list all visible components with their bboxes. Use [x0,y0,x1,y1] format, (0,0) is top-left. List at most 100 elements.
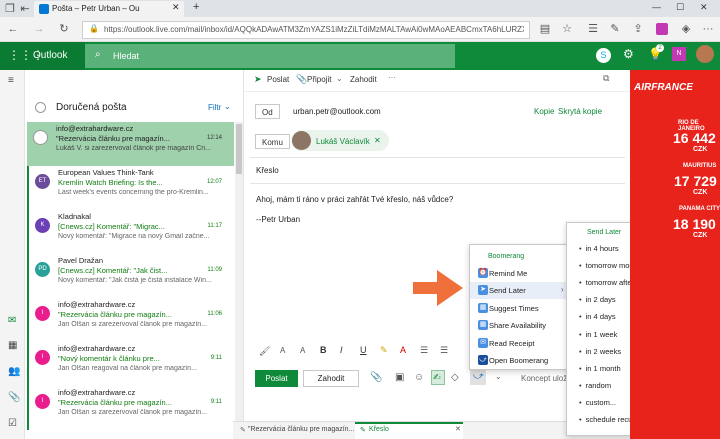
send-later-option[interactable]: in 1 week [579,330,618,339]
select-all-checkbox[interactable] [35,102,46,113]
toolbar-discard-button[interactable]: Zahodit [350,75,377,84]
send-button[interactable]: Poslat [255,370,298,387]
hamburger-menu-icon[interactable]: ≡ [8,75,14,86]
from-button[interactable]: Od [255,104,280,119]
message-time: 9:11 [210,355,222,361]
subject-field[interactable]: Křeslo [256,166,279,175]
emoji-icon[interactable]: ☺ [414,372,424,383]
menu-send-later[interactable]: ➤ Send Later › [470,282,572,299]
send-later-option[interactable]: random [579,381,611,390]
new-tab-icon[interactable]: + [193,1,199,13]
tab-back-icon[interactable]: ⇤ [18,2,32,16]
attach-dropdown-chevron-icon[interactable]: ⌄ [336,74,343,83]
menu-remind-me[interactable]: ⏰ Remind Me [470,265,572,282]
favorite-star-icon[interactable]: ☆ [560,22,574,36]
numbering-icon[interactable]: ☰ [440,345,448,356]
scrollbar-thumb[interactable] [236,124,242,174]
sender-avatar[interactable]: ET [35,174,50,189]
bullets-icon[interactable]: ☰ [420,345,428,356]
mail-icon[interactable]: ✉ [8,315,16,326]
popout-icon[interactable]: ⧉ [603,73,609,84]
settings-gear-icon[interactable]: ⚙ [623,47,634,61]
message-row[interactable]: Iinfo@extrahardware.cz "Rezervácia článku… [27,386,234,430]
share-icon[interactable]: ⇪ [631,22,645,36]
message-sender: info@extrahardware.cz [56,124,134,133]
user-avatar[interactable] [696,45,714,63]
font-icon[interactable]: A [280,346,285,355]
favorites-hub-icon[interactable]: ☰ [586,22,600,36]
more-options-chevron-icon[interactable]: ⌄ [495,372,502,381]
message-row[interactable]: info@extrahardware.cz "Rezervácia článku … [27,122,234,166]
attachment-rail-icon[interactable]: 📎 [8,392,20,403]
toolbar-attach-button[interactable]: Připojit [307,75,331,84]
discard-button[interactable]: Zahodit [303,370,359,387]
open-item-tab-1[interactable]: "Rezervácia článku pre magazín... [248,426,354,433]
filter-button[interactable]: Filtr [208,103,221,112]
tasks-icon[interactable]: ☑ [8,418,17,429]
minimize-icon[interactable]: — [652,2,661,12]
send-later-option[interactable]: in 2 weeks [579,347,621,356]
message-preview: Nový komentář: "Jak čistá je čistá insta… [58,277,212,284]
send-later-option[interactable]: in 4 hours [579,244,619,253]
notes-icon[interactable]: ✎ [608,22,622,36]
people-icon[interactable]: 👥 [8,366,20,377]
forward-icon[interactable]: → [32,22,46,36]
font-size-icon[interactable]: A [300,346,305,355]
sender-avatar[interactable]: I [35,394,50,409]
attach-icon[interactable]: 📎 [370,372,382,383]
menu-read-receipt[interactable]: ✉ Read Receipt [470,335,572,352]
search-input[interactable]: Hledat [113,51,139,61]
send-later-option[interactable]: in 1 month [579,364,621,373]
onenote-extension-icon[interactable] [656,23,668,35]
open-item-tab-2[interactable]: Křeslo [369,426,389,433]
message-row[interactable]: Iinfo@extrahardware.cz "Nový komentár k č… [27,342,234,386]
message-row[interactable]: PD Pavel Dražan [Cnews.cz] Komentář: "Jak … [27,254,234,298]
send-later-option[interactable]: in 2 days [579,295,616,304]
tab-manager-icon[interactable]: ❐ [3,2,17,16]
cc-link[interactable]: Kopie [534,107,554,116]
underline-icon[interactable]: U [360,345,367,355]
onenote-icon[interactable]: N [672,47,686,61]
search-box[interactable] [85,44,455,68]
body-line-1[interactable]: Ahoj, mám ti ráno v práci zahřát Tvé kře… [256,195,453,204]
menu-share-availability[interactable]: ▦ Share Availability [470,317,572,334]
sender-avatar[interactable] [33,130,48,145]
remove-recipient-icon[interactable]: ✕ [374,136,381,145]
advertisement-banner[interactable]: AIRFRANCE RIO DE JANEIRO 16 442 CZK MAUR… [630,70,720,439]
extension-icon[interactable]: ◈ [679,22,693,36]
message-row[interactable]: Iinfo@extrahardware.cz "Rezervácia článku… [27,298,234,342]
sender-avatar[interactable]: I [35,306,50,321]
bcc-link[interactable]: Skrytá kopie [558,107,602,116]
to-button[interactable]: Komu [255,134,290,149]
send-later-option[interactable]: custom... [579,398,616,407]
send-later-option[interactable]: in 4 days [579,312,616,321]
toolbar-more-button[interactable]: ··· [388,73,396,82]
message-row[interactable]: K Kladnakal [Cnews.cz] Komentář: "Migrac..… [27,210,234,254]
font-color-icon[interactable]: A [400,345,406,355]
sender-avatar[interactable]: I [35,350,50,365]
sender-avatar[interactable]: K [35,218,50,233]
window-close-icon[interactable]: ✕ [700,2,708,13]
close-tab-icon[interactable]: ✕ [455,425,461,433]
menu-open-boomerang[interactable]: ⤻ Open Boomerang [470,352,572,369]
more-options-icon[interactable]: ··· [701,22,715,36]
tab-close-icon[interactable]: ✕ [172,2,180,13]
toolbar-send-button[interactable]: Poslat [267,75,289,84]
menu-suggest-times[interactable]: ▦ Suggest Times [470,300,572,317]
message-row[interactable]: ET European Values Think-Tank Kremlin Watc… [27,166,234,210]
italic-icon[interactable]: I [340,345,343,355]
lock-icon: 🔒 [89,24,99,33]
skype-icon[interactable]: S [596,48,611,63]
highlight-icon[interactable]: ✎ [380,345,388,356]
format-painter-icon[interactable]: 🖌 [259,346,270,357]
more-insert-icon[interactable]: ◇ [451,372,459,383]
bold-icon[interactable]: B [320,345,327,355]
insert-image-icon[interactable]: ▣ [395,372,404,383]
sender-avatar[interactable]: PD [35,262,50,277]
maximize-icon[interactable]: ☐ [676,2,684,13]
back-icon[interactable]: ← [6,22,20,36]
reading-view-icon[interactable]: ▤ [538,22,552,36]
calendar-icon[interactable]: ▦ [8,340,17,351]
body-line-2[interactable]: --Petr Urban [256,215,300,224]
refresh-icon[interactable]: ↻ [57,22,71,36]
